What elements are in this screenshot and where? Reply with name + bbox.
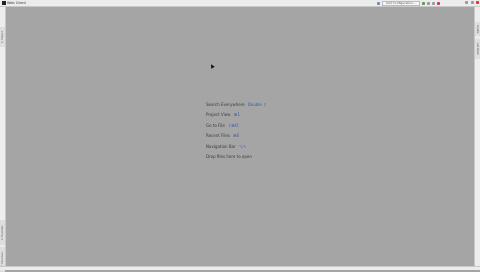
- coverage-icon[interactable]: [431, 2, 435, 5]
- left-tool-strip: 1: Project 2: Favorites 7: Structure: [0, 7, 6, 272]
- window-title: Web Client: [7, 1, 26, 5]
- hint-go-to-file: Go to File ⇧⌘O: [206, 122, 266, 128]
- toolbar-right: [465, 1, 474, 4]
- title-bar: Web Client Add Configuration...: [0, 0, 480, 7]
- hint-shortcut: ⌘1: [233, 112, 240, 117]
- tab-favorites[interactable]: 2: Favorites: [0, 220, 5, 245]
- debug-icon[interactable]: [426, 2, 430, 5]
- hint-shortcut: Double ⇧: [247, 101, 267, 107]
- hint-navigation-bar: Navigation Bar ⌥↖: [206, 143, 266, 149]
- stop-icon[interactable]: [436, 2, 440, 5]
- hint-label: Project View: [206, 112, 231, 117]
- mouse-cursor-icon: [209, 63, 215, 69]
- hint-drop-files: Drop files here to open: [206, 154, 266, 160]
- search-icon[interactable]: [471, 1, 474, 4]
- right-tool-strip: Gradle Ant Build: [474, 7, 480, 270]
- hint-label: Search Everywhere: [206, 101, 245, 107]
- hint-label: Recent Files: [206, 133, 230, 138]
- run-toolbar: Add Configuration...: [377, 1, 440, 6]
- hint-label: Go to File: [206, 122, 225, 128]
- tab-gradle[interactable]: Gradle: [475, 22, 480, 36]
- run-configuration-dropdown[interactable]: Add Configuration...: [382, 1, 420, 6]
- app-icon: [2, 1, 6, 5]
- hint-shortcut: ⌥↖: [238, 143, 247, 149]
- window-close-icon[interactable]: [476, 1, 479, 4]
- vcs-icon[interactable]: [465, 1, 468, 4]
- empty-editor-hints: Search Everywhere Double ⇧ Project View …: [206, 101, 266, 164]
- hint-recent-files: Recent Files ⌘E: [206, 133, 266, 139]
- hint-search-everywhere: Search Everywhere Double ⇧: [206, 101, 266, 107]
- hint-project-view: Project View ⌘1: [206, 112, 266, 118]
- tab-ant-build[interactable]: Ant Build: [475, 39, 480, 59]
- window-title-group: Web Client: [2, 1, 26, 5]
- build-icon[interactable]: [377, 2, 380, 5]
- status-bar: [0, 266, 480, 270]
- hint-shortcut: ⇧⌘O: [227, 122, 239, 128]
- hint-shortcut: ⌘E: [232, 133, 240, 138]
- hint-label: Drop files here to open: [206, 154, 252, 159]
- tab-project[interactable]: 1: Project: [0, 27, 5, 47]
- run-icon[interactable]: [421, 2, 425, 5]
- hint-label: Navigation Bar: [206, 143, 236, 149]
